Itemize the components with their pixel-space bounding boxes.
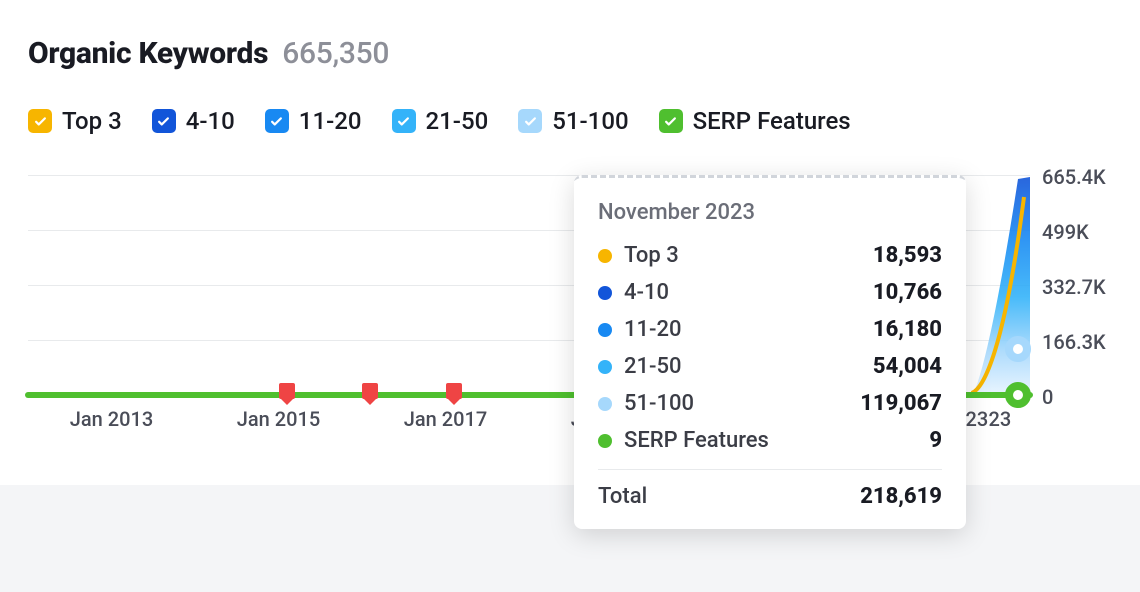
legend-checkbox-serp[interactable] <box>659 109 683 133</box>
tooltip-row-label: 11-20 <box>624 317 682 342</box>
note-marker-icon[interactable] <box>362 383 378 399</box>
legend-checkbox-top3[interactable] <box>28 109 52 133</box>
content: Organic Keywords 665,350 Top 3 4-10 11-20 2… <box>0 0 1140 453</box>
tooltip-row-label: Top 3 <box>624 243 679 268</box>
tooltip-row-serp: SERP Features 9 <box>598 428 942 453</box>
legend-checkbox-r4_10[interactable] <box>152 109 176 133</box>
check-icon <box>396 114 411 129</box>
tooltip-row-value: 9 <box>929 428 942 453</box>
x-tick-label: Jan 2015 <box>237 407 320 431</box>
tooltip-bullet-icon <box>598 397 612 411</box>
page-title: Organic Keywords <box>28 36 268 71</box>
x-tick-label: Jan 2017 <box>404 407 487 431</box>
keyword-count: 665,350 <box>282 36 389 71</box>
legend-label: 21-50 <box>426 107 489 135</box>
tooltip-bullet-icon <box>598 249 612 263</box>
tooltip-row-value: 18,593 <box>873 243 942 268</box>
footer-strip <box>0 485 1140 592</box>
y-tick-label: 0 <box>1042 385 1053 409</box>
legend-label: 11-20 <box>299 107 362 135</box>
title-row: Organic Keywords 665,350 <box>28 36 1112 71</box>
hover-point-51-100 <box>1005 336 1031 362</box>
x-tick-label-tail: 23 <box>989 407 1012 431</box>
tooltip-row-r11_20: 11-20 16,180 <box>598 317 942 342</box>
y-tick-label: 665.4K <box>1042 165 1106 189</box>
tooltip-row-label: 4-10 <box>624 280 669 305</box>
tooltip-total-value: 218,619 <box>860 484 942 509</box>
tooltip-divider <box>598 469 942 470</box>
legend-checkbox-r11_20[interactable] <box>265 109 289 133</box>
x-tick-label: Jan 2013 <box>70 407 153 431</box>
legend-label: 51-100 <box>552 107 628 135</box>
tooltip-row-r21_50: 21-50 54,004 <box>598 354 942 379</box>
page-root: Organic Keywords 665,350 Top 3 4-10 11-20 2… <box>0 0 1140 592</box>
legend-item-r51_100[interactable]: 51-100 <box>518 107 628 135</box>
legend-item-r11_20[interactable]: 11-20 <box>265 107 362 135</box>
tooltip-row-value: 16,180 <box>873 317 942 342</box>
y-tick-label: 499K <box>1042 220 1089 244</box>
legend-label: 4-10 <box>186 107 235 135</box>
legend: Top 3 4-10 11-20 21-50 51-100 SERP Features <box>28 107 1112 135</box>
chart[interactable]: 0166.3K332.7K499K665.4K Jan 2013Jan 2015… <box>28 175 1112 453</box>
hover-point-serp <box>1005 382 1031 408</box>
tooltip-row-label: 21-50 <box>624 354 682 379</box>
tooltip-row-label: 51-100 <box>624 391 694 416</box>
check-icon <box>663 114 678 129</box>
legend-label: SERP Features <box>693 107 851 135</box>
y-tick-label: 166.3K <box>1042 330 1106 354</box>
check-icon <box>269 114 284 129</box>
legend-item-r21_50[interactable]: 21-50 <box>392 107 489 135</box>
tooltip-date: November 2023 <box>598 200 942 225</box>
legend-label: Top 3 <box>62 107 122 135</box>
check-icon <box>156 114 171 129</box>
check-icon <box>523 114 538 129</box>
tooltip-row-value: 119,067 <box>860 391 942 416</box>
check-icon <box>33 114 48 129</box>
tooltip-row-value: 54,004 <box>873 354 942 379</box>
tooltip-row-r4_10: 4-10 10,766 <box>598 280 942 305</box>
tooltip-rows: Top 3 18,593 4-10 10,766 11-20 16,180 21-50 54,… <box>598 243 942 453</box>
legend-checkbox-r21_50[interactable] <box>392 109 416 133</box>
note-marker-icon[interactable] <box>279 383 295 399</box>
tooltip-row-label: SERP Features <box>624 428 769 453</box>
tooltip-total-label: Total <box>598 484 647 509</box>
tooltip-bullet-icon <box>598 434 612 448</box>
legend-checkbox-r51_100[interactable] <box>518 109 542 133</box>
legend-item-serp[interactable]: SERP Features <box>659 107 851 135</box>
tooltip-total-row: Total 218,619 <box>598 484 942 509</box>
chart-tooltip: November 2023 Top 3 18,593 4-10 10,766 11-20… <box>574 175 966 529</box>
legend-item-top3[interactable]: Top 3 <box>28 107 122 135</box>
note-marker-icon[interactable] <box>446 383 462 399</box>
legend-item-r4_10[interactable]: 4-10 <box>152 107 235 135</box>
tooltip-row-top3: Top 3 18,593 <box>598 243 942 268</box>
tooltip-bullet-icon <box>598 323 612 337</box>
y-tick-label: 332.7K <box>1042 275 1106 299</box>
tooltip-bullet-icon <box>598 360 612 374</box>
tooltip-row-r51_100: 51-100 119,067 <box>598 391 942 416</box>
tooltip-bullet-icon <box>598 286 612 300</box>
tooltip-row-value: 10,766 <box>873 280 942 305</box>
